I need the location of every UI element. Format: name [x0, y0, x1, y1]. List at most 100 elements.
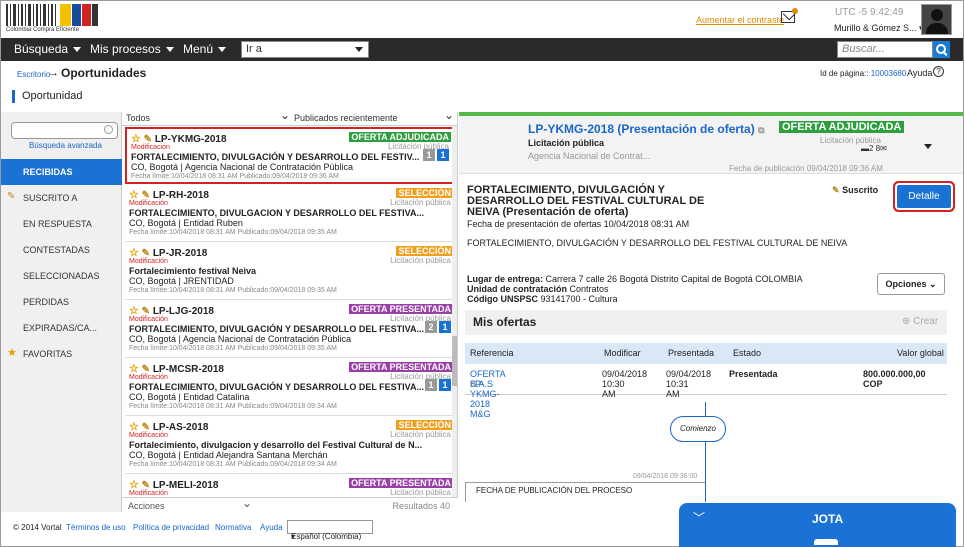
list-item-org: CO, Bogotá | Entidad Ruben: [129, 218, 243, 228]
scrollbar[interactable]: [452, 126, 457, 498]
avatar[interactable]: [921, 4, 952, 35]
list-item-title: FORTALECIMIENTO, DIVULGACIÓN Y DESARROLL…: [129, 382, 425, 392]
advanced-search-link[interactable]: Búsqueda avanzada: [29, 141, 102, 150]
external-link-icon: ⧉: [470, 379, 477, 389]
list-item-org: CO, Bogotá | JRENTIDAD: [129, 276, 234, 286]
detail-reference[interactable]: LP-YKMG-2018 (Presentación de oferta) ⧉: [528, 122, 765, 136]
chat-name: JOTA: [812, 512, 844, 526]
breadcrumb-home[interactable]: Escritorio: [17, 70, 50, 79]
unidad-value: Contratos: [569, 284, 609, 294]
nav-menu[interactable]: Menú: [183, 42, 227, 56]
help-link[interactable]: Ayuda: [907, 68, 932, 78]
flow-step-box[interactable]: FECHA DE PUBLICACIÓN DEL PROCESO: [465, 482, 705, 502]
ayuda-link[interactable]: Ayuda: [260, 523, 283, 532]
flow-node-comienzo[interactable]: Comienzo: [670, 416, 726, 442]
list-item[interactable]: ☆ ✎ LP-MELI-2018 OFERTA PRESENTADA Licitac…: [125, 475, 455, 497]
mail-icon[interactable]: [781, 8, 798, 23]
publication-date: Fecha de publicación 09/04/2018 09:36 AM: [729, 164, 883, 173]
list-item-kind: Licitación pública: [390, 430, 451, 439]
privacy-link[interactable]: Política de privacidad: [133, 523, 209, 532]
chat-handle[interactable]: [814, 539, 838, 545]
chevron-down-icon[interactable]: ⌄: [242, 496, 252, 510]
list-item[interactable]: ☆ ✎ LP-RH-2018 SELECCIÓN Licitación públic…: [125, 185, 455, 242]
search-icon[interactable]: [933, 41, 950, 58]
results-count: Resultados 40: [392, 501, 450, 511]
list-footer: Acciones ⌄ Resultados 40: [122, 496, 458, 512]
chat-panel[interactable]: ﹀ JOTA: [679, 503, 956, 547]
list-item-org: CO, Bogotá | Entidad Catalina: [129, 392, 250, 402]
goto-select[interactable]: Ir a: [241, 41, 369, 58]
sidebar-item-perdidas[interactable]: PERDIDAS: [1, 289, 122, 315]
utc-label: UTC -5: [835, 7, 868, 18]
caret-down-icon: [218, 47, 227, 53]
status-badge: OFERTA ADJUDICADA: [779, 121, 905, 133]
detail-reference-text: LP-YKMG-2018 (Presentación de oferta): [528, 122, 755, 136]
list-item[interactable]: ☆ ✎ LP-AS-2018 SELECCIÓN Licitación públic…: [125, 417, 455, 474]
suscrito-toggle[interactable]: ✎ Suscrito: [832, 185, 878, 196]
mis-ofertas-title: Mis ofertas: [473, 315, 537, 329]
folder-icon: ▬: [861, 144, 869, 153]
sidebar-item-seleccionadas[interactable]: SELECCIONADAS: [1, 263, 122, 289]
actions-button[interactable]: Acciones: [128, 501, 165, 511]
detail-delivery-info: Lugar de entrega: Carrera 7 calle 26 Bog…: [467, 274, 803, 304]
user-menu[interactable]: Murillo & Gómez S... ▾: [834, 23, 924, 34]
list-item-org: CO, Bogotá | Entidad Alejandra Santana M…: [129, 450, 328, 460]
sidebar-item-recibidas[interactable]: RECIBIDAS: [1, 159, 122, 185]
sidebar-item-label: SUSCRITO A: [23, 193, 78, 203]
search-input[interactable]: Buscar...: [837, 41, 933, 58]
help-icon[interactable]: ?: [933, 66, 944, 77]
user-name: Murillo & Gómez S...: [834, 23, 917, 33]
suscrito-label: Suscrito: [842, 185, 879, 195]
detalle-button[interactable]: Detalle: [897, 185, 951, 208]
folder-mail-icons[interactable]: ▬2 8✉: [861, 144, 887, 153]
sidebar-item-favoritas[interactable]: ★ FAVORITAS: [1, 341, 122, 367]
column-referencia: Referencia: [470, 348, 514, 358]
logo[interactable]: Colombia Compra Eficiente: [6, 4, 101, 34]
sidebar-item-contestadas[interactable]: CONTESTADAS: [1, 237, 122, 263]
filter-all[interactable]: Todos: [126, 113, 150, 123]
terms-link[interactable]: Términos de uso: [66, 523, 126, 532]
page-id-label: Id de página::: [820, 69, 869, 78]
list-item[interactable]: ☆ ✎ LP-YKMG-2018 OFERTA ADJUDICADA Licitac…: [125, 127, 455, 184]
list-item[interactable]: ☆ ✎ LP-MCSR-2018 OFERTA PRESENTADA Licitac…: [125, 359, 455, 416]
lugar-label: Lugar de entrega:: [467, 274, 544, 284]
chevron-down-icon[interactable]: ⌄: [444, 108, 454, 122]
contrast-link[interactable]: Aumentar el contraste: [696, 15, 784, 25]
status-badge: OFERTA PRESENTADA: [349, 362, 453, 372]
sidebar-search-input[interactable]: [11, 122, 118, 139]
list-item[interactable]: ☆ ✎ LP-JR-2018 SELECCIÓN Licitación públic…: [125, 243, 455, 300]
utc-clock: UTC -5 9:42:49: [835, 7, 903, 18]
language-select[interactable]: Español (Colombia) ▾: [287, 520, 373, 541]
page-id-value[interactable]: 10003680: [871, 69, 907, 78]
sidebar-item-suscrito[interactable]: ✎ SUSCRITO A: [1, 185, 122, 211]
list-item-mod: Modificación: [129, 374, 168, 381]
crear-label: Crear: [913, 316, 939, 327]
caret-down-icon: [73, 47, 82, 53]
count-badge: 1: [439, 379, 451, 391]
list-header: Todos Publicados recientemente ⌄: [122, 108, 458, 126]
star-icon: ★: [7, 347, 17, 359]
sidebar-item-en-respuesta[interactable]: EN RESPUESTA: [1, 211, 122, 237]
nav-busqueda[interactable]: Búsqueda: [14, 42, 82, 56]
nav-mis-procesos-label: Mis procesos: [90, 42, 161, 56]
detail-title: FORTALECIMIENTO, DIVULGACIÓN Y DESARROLL…: [467, 184, 705, 218]
table-row[interactable]: OFERTA LP-YKMG-2018 M&G S.A.S ⧉ 09/04/2018…: [465, 367, 947, 419]
list-item-dates: Fecha límite:10/04/2018 08:31 AM Publica…: [129, 287, 337, 294]
scrollbar-thumb[interactable]: [452, 336, 457, 386]
normativa-link[interactable]: Normativa: [215, 523, 251, 532]
sort-select[interactable]: Publicados recientemente: [280, 108, 398, 123]
list-item[interactable]: ☆ ✎ LP-LJG-2018 OFERTA PRESENTADA Licitaci…: [125, 301, 455, 358]
offer-status: Presentada: [729, 369, 778, 379]
nav-mis-procesos[interactable]: Mis procesos: [90, 42, 174, 56]
crear-button[interactable]: ⊕ Crear: [902, 316, 938, 327]
plus-circle-icon: ⊕: [902, 316, 911, 327]
page-title: Oportunidades: [61, 66, 147, 80]
chevron-down-icon[interactable]: ﹀: [693, 509, 705, 526]
list-item-org: CO, Bogotá | Agencia Nacional de Contrat…: [131, 162, 353, 172]
column-estado: Estado: [733, 348, 762, 358]
breadcrumb-arrow: →: [48, 67, 59, 79]
opciones-button[interactable]: Opciones ⌄: [877, 273, 945, 295]
caret-down-icon[interactable]: [924, 144, 932, 149]
sidebar-item-expiradas[interactable]: EXPIRADAS/CA...: [1, 315, 122, 341]
chevron-down-icon: ⌄: [928, 279, 937, 289]
